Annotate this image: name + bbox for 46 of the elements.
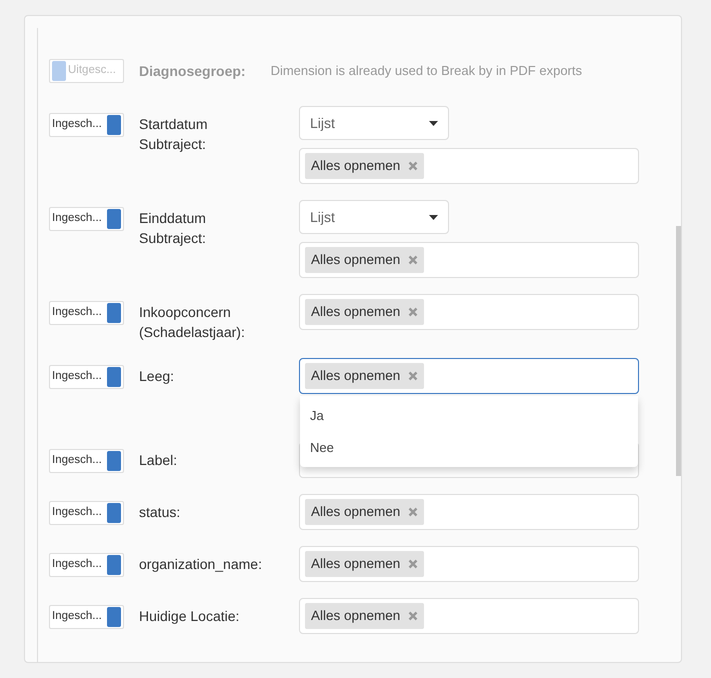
dropdown-option[interactable]: Ja (300, 400, 638, 432)
toggle-switch[interactable]: Ingesch... (49, 301, 124, 325)
tag-field[interactable]: Alles opnemen (299, 598, 639, 634)
tag-chip[interactable]: Alles opnemen (305, 550, 424, 578)
remove-icon[interactable] (408, 307, 418, 317)
list-dropdown[interactable]: Lijst (299, 106, 449, 140)
field-label: Einddatum Subtraject: (139, 209, 207, 248)
tag-chip[interactable]: Alles opnemen (305, 246, 424, 274)
field-label: organization_name: (139, 555, 263, 574)
tag-chip[interactable]: Alles opnemen (305, 362, 424, 390)
caret-icon (429, 120, 438, 126)
tag-field[interactable]: Alles opnemen (299, 494, 639, 530)
toggle-switch[interactable]: Ingesch... (49, 207, 124, 231)
field-label: Startdatum Subtraject: (139, 115, 208, 154)
field-label: Label: (139, 451, 178, 470)
caret-icon (429, 214, 438, 220)
remove-icon[interactable] (408, 255, 418, 265)
toggle-switch[interactable]: Ingesch... (49, 553, 124, 577)
tag-field[interactable]: Alles opnemen (299, 546, 639, 582)
tag-chip[interactable]: Alles opnemen (305, 298, 424, 326)
field-label: Huidige Locatie: (139, 607, 240, 626)
remove-icon[interactable] (408, 611, 418, 621)
scrollbar[interactable] (676, 226, 681, 476)
tag-field[interactable]: Alles opnemen (299, 242, 639, 278)
toggle-switch[interactable]: Ingesch... (49, 605, 124, 629)
toggle-switch[interactable]: Ingesch... (49, 365, 124, 389)
tag-chip[interactable]: Alles opnemen (305, 498, 424, 526)
tag-field[interactable]: Alles opnemen (299, 148, 639, 184)
dropdown-option[interactable]: Nee (300, 432, 638, 463)
tag-chip[interactable]: Alles opnemen (305, 602, 424, 630)
field-label: Leeg: (139, 367, 176, 386)
toggle-switch[interactable]: Ingesch... (49, 449, 124, 473)
field-label: Diagnosegroep: (139, 62, 246, 81)
toggle-switch[interactable]: Ingesch... (49, 113, 124, 137)
field-label: Inkoopconcern (Schadelastjaar): (139, 303, 246, 342)
toggle-switch[interactable]: Ingesch... (49, 501, 124, 525)
tag-field[interactable]: Alles opnemen (299, 358, 639, 394)
info-text: Dimension is already used to Break by in PDF exports (270, 62, 582, 80)
remove-icon[interactable] (408, 507, 418, 517)
remove-icon[interactable] (408, 161, 418, 171)
tag-chip[interactable]: Alles opnemen (305, 152, 424, 180)
remove-icon[interactable] (408, 559, 418, 569)
list-dropdown[interactable]: Lijst (299, 200, 449, 234)
remove-icon[interactable] (408, 371, 418, 381)
field-label: status: (139, 503, 182, 522)
tag-field[interactable]: Alles opnemen (299, 294, 639, 330)
